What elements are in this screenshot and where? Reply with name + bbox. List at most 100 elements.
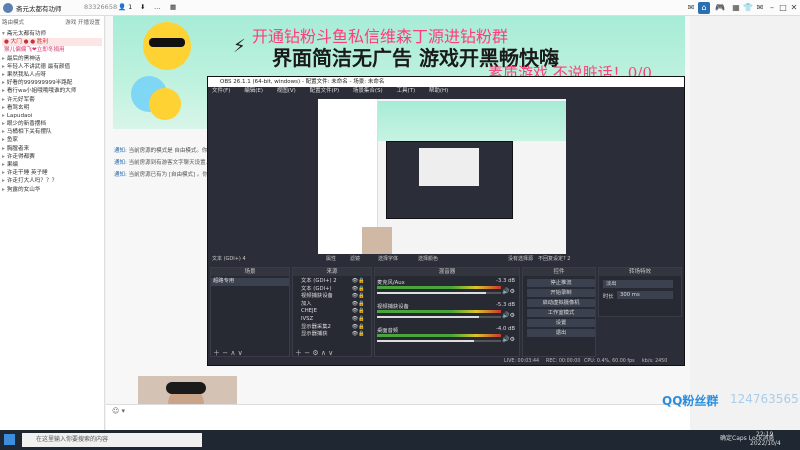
channel-list-item[interactable]: ▸ 果然我私人点呀 [2,71,102,79]
preview-webcam [362,227,392,254]
route-mode-label[interactable]: 路由模式 [2,20,24,26]
cpu-usage: CPU: 0.4%, 60.00 fps [584,359,635,364]
expand-chevron-icon: ▸ [2,178,5,185]
taskbar-search-box[interactable]: 在这里输入你要搜索的内容 [22,433,202,447]
sources-list: 文本 (GDI+) 2 👁🔒 文本 (GDI+) 👁🔒 视频捕获设备 👁🔒 加入 👁🔒 CHEJ… [293,278,371,339]
channel-list-item[interactable]: ▸ 胸膛者来 [2,145,102,153]
shirt-icon[interactable]: 👕 [742,2,754,14]
track-settings-icon[interactable]: 🔊⚙ [502,336,515,343]
room-settings-link[interactable]: 游戏 开播设置 [65,18,100,26]
expand-chevron-icon: ▾ [2,31,5,37]
menu-file[interactable]: 文件(F) [212,88,230,94]
volume-slider[interactable] [377,340,501,342]
grid-small-icon[interactable]: ▦ [170,3,176,11]
channel-list-item[interactable]: ▸ 许走干睡 英子睡 [2,169,102,177]
visibility-lock-icon[interactable]: 👁🔒 [352,316,365,324]
menu-tools[interactable]: 工具(T) [396,88,415,94]
source-item[interactable]: IVSZ 👁🔒 [293,316,371,324]
source-name: CHEJE [301,308,317,315]
select-color-button[interactable]: 选择颜色 [418,255,438,264]
channel-list-item[interactable]: ▸ 好看的999999999半路配 [2,79,102,87]
select-font-button[interactable]: 选择字体 [378,255,398,264]
start-recording-button[interactable]: 开始录制 [527,289,595,297]
channel-name: 许走干睡 英子睡 [6,170,48,177]
exit-button[interactable]: 退出 [527,329,595,337]
grid-icon[interactable]: ▦ [730,2,742,14]
expand-chevron-icon: ▸ [2,186,5,193]
start-button-icon[interactable] [4,434,15,445]
channel-name: 许走打大人吗？？？ [6,178,58,185]
duration-input[interactable]: 300 ms [617,291,673,299]
channel-list-item[interactable]: ▸ 眼少的新香摆档 [2,120,102,128]
selected-source-label: 文本 (GDI+) 4 [212,256,246,262]
channel-name: 看行wa小姐哦哦哦谁的大师 [6,88,77,95]
source-item[interactable]: 显示器捕获 👁🔒 [293,331,371,339]
channel-list-item[interactable]: 猴儿偏偏飞❤立即冬捐用 [2,46,102,54]
room-avatar[interactable] [3,3,13,13]
obs-preview[interactable] [318,99,566,254]
chat-icon[interactable]: ✉ [685,2,697,14]
channel-list-item[interactable]: ▾ 斋元太都有功师 [2,30,102,38]
channel-list-item[interactable]: ▸ 鱼家 [2,136,102,144]
channel-list-item[interactable]: ▸ Lapudaoi [2,112,102,120]
channel-list-item[interactable]: ▸ 许走打大人吗？？？ [2,177,102,185]
mixer-tracks: 麦克风/Aux -3.3 dB 🔊⚙ 视频捕获设备 -5.3 dB 🔊⚙ 桌面音频 -4.0 … [375,278,519,350]
download-icon[interactable]: ⬇ [140,3,145,11]
source-item[interactable]: CHEJE 👁🔒 [293,308,371,316]
channel-list-item[interactable]: ▸ 果编 [2,161,102,169]
sunglasses-icon [149,38,185,47]
no-source-label: 没有选择源 [508,256,534,262]
chat-notice-2: 通知: 当前房源到有游客文字聊天设置... [114,160,211,166]
source-item[interactable]: 文本 (GDI+) 2 👁🔒 [293,278,371,286]
home-icon[interactable]: ⌂ [698,2,710,14]
menu-view[interactable]: 视图(V) [277,88,296,94]
visibility-lock-icon[interactable]: 👁🔒 [352,331,365,339]
scenes-panel: 场景 超路专用 ＋ − ∧ ∨ [210,267,290,357]
channel-list-item[interactable]: ▸ 狗露的女山华 [2,186,102,194]
volume-slider[interactable] [377,292,501,294]
visibility-lock-icon[interactable]: 👁🔒 [352,278,365,286]
volume-slider[interactable] [377,316,501,318]
channel-list-item[interactable]: ▸ 看行wa小姐哦哦哦谁的大师 [2,87,102,95]
channel-list-item[interactable]: ● 大门 ● ● 胜利 [2,38,102,47]
scene-add-remove-controls[interactable]: ＋ − ∧ ∨ [213,348,243,358]
expand-chevron-icon: ▸ [2,121,5,128]
menu-edit[interactable]: 编辑(E) [244,88,263,94]
source-item[interactable]: 视频捕获设备 👁🔒 [293,293,371,301]
channel-list-item[interactable]: ▸ 许走得都赛 [2,153,102,161]
mail-icon[interactable]: ✉ [754,2,766,14]
obs-title-bar[interactable]: OBS 26.1.1 (64-bit, windows) - 配置文件: 未命名… [208,77,684,87]
emoji-toolbar-icon[interactable]: ☺ ▾ [112,407,125,415]
menu-profile[interactable]: 配置文件(P) [310,88,340,94]
track-settings-icon[interactable]: 🔊⚙ [502,312,515,319]
source-name: 视频捕获设备 [301,293,333,300]
start-virtual-camera-button[interactable]: 启动虚拟摄像机 [527,299,595,307]
filters-button[interactable]: 滤镜 [350,255,360,264]
expand-chevron-icon: ▸ [2,145,5,152]
channel-name: 猴儿偏偏飞❤立即冬捐用 [4,47,65,54]
track-settings-icon[interactable]: 🔊⚙ [502,288,515,295]
channel-list-item[interactable]: ▸ 最后的黑神话 [2,55,102,63]
studio-mode-button[interactable]: 工作室模式 [527,309,595,317]
menu-scene-collection[interactable]: 场景集合(S) [353,88,383,94]
rec-duration: REC: 00:00:00 [546,359,581,364]
visibility-lock-icon[interactable]: 👁🔒 [352,308,365,316]
chat-input-bar[interactable]: ☺ ▾ [106,404,690,430]
expand-chevron-icon: ▸ [2,104,5,111]
channel-list-item[interactable]: ▸ 马桶相下关有摆队 [2,128,102,136]
close-icon[interactable]: ✕ [788,2,800,14]
visibility-lock-icon[interactable]: 👁🔒 [352,293,365,301]
menu-help[interactable]: 帮助(H) [429,88,448,94]
more-icon[interactable]: … [154,3,161,11]
transition-type-select[interactable]: 淡出 [603,280,673,288]
scene-item[interactable]: 超路专用 [211,278,289,286]
channel-list-item[interactable]: ▸ 年轻人不讲武德 最有颜值 [2,63,102,71]
settings-button[interactable]: 设置 [527,319,595,327]
properties-button[interactable]: 属性 [326,255,336,264]
stop-streaming-button[interactable]: 停止推流 [527,279,595,287]
channel-list-item[interactable]: ▸ 许元好军套 [2,96,102,104]
gamepad-icon[interactable]: 🎮 [714,2,726,14]
channel-name: 狗露的女山华 [6,186,41,193]
source-add-remove-controls[interactable]: ＋ − ⚙ ∧ ∨ [295,348,333,358]
channel-list-item[interactable]: ▸ 看驾玄明 [2,104,102,112]
